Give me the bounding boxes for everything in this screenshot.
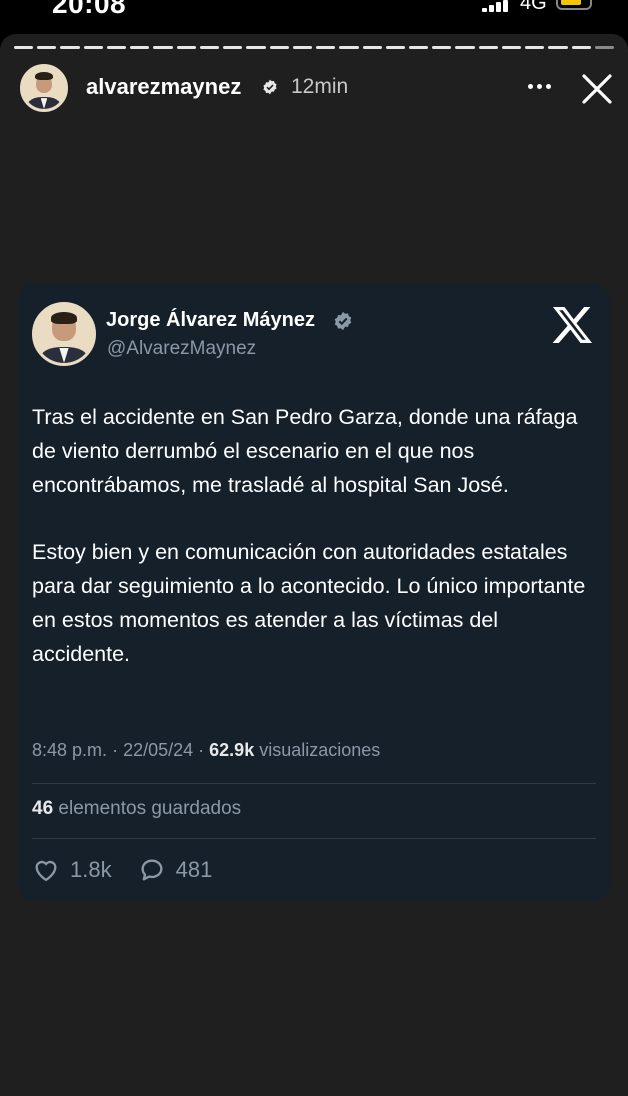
tweet-paragraph: Estoy bien y en comunicación con autorid… [32,540,586,666]
heart-icon [35,860,57,882]
like-count: 1.8k [70,857,112,882]
more-options-icon [527,83,533,89]
tweet-date: 22/05/24 [123,740,194,760]
tweet-actions: 1.8k 481 [32,852,238,888]
tweet-saved-count: 46 [32,798,54,819]
tweet-handle: @AlvarezMaynez [107,338,257,359]
verified-badge-icon [334,311,352,331]
story-header: alvarezmaynez 12min [0,60,628,118]
more-options-button[interactable] [522,72,556,100]
story-avatar[interactable] [20,64,68,112]
like-action: 1.8k [32,856,112,884]
tweet-text: Tras el accidente en San Pedro Garza, do… [32,400,592,704]
tweet-views-count: 62.9k [209,740,255,760]
reply-bubble-icon [141,859,163,881]
status-bar: 20:08 4G [0,0,628,22]
tweet-time: 8:48 p.m. [32,740,108,760]
tweet-paragraph: Tras el accidente en San Pedro Garza, do… [32,405,578,497]
divider [32,838,596,839]
tweet-views-label: visualizaciones [259,740,381,760]
tweet-saved-label: elementos guardados [58,798,242,819]
tweet-meta: 8:48 p.m. · 22/05/24 · 62.9k visualizaci… [32,740,381,760]
cellular-signal-icon [482,0,512,12]
battery-icon [556,0,592,10]
story-time: 12min [291,75,349,98]
divider [32,783,596,784]
story-progress-bar [14,46,615,49]
tweet-avatar [32,302,96,366]
reply-count: 481 [175,857,213,882]
tweet-card[interactable]: Jorge Álvarez Máynez @AlvarezMaynez Tras… [18,284,610,901]
x-logo-icon [552,307,592,343]
verified-badge-icon [263,79,277,95]
story-viewer[interactable]: alvarezmaynez 12min Jorge Álvarez Máynez… [0,34,628,1096]
tweet-saved: 46 elementos guardados [32,798,241,820]
status-time: 20:08 [52,0,127,19]
close-icon[interactable] [578,70,616,108]
network-type: 4G [520,0,547,14]
story-username[interactable]: alvarezmaynez [86,74,241,100]
reply-action: 481 [138,856,213,884]
tweet-author-name: Jorge Álvarez Máynez [106,309,315,331]
